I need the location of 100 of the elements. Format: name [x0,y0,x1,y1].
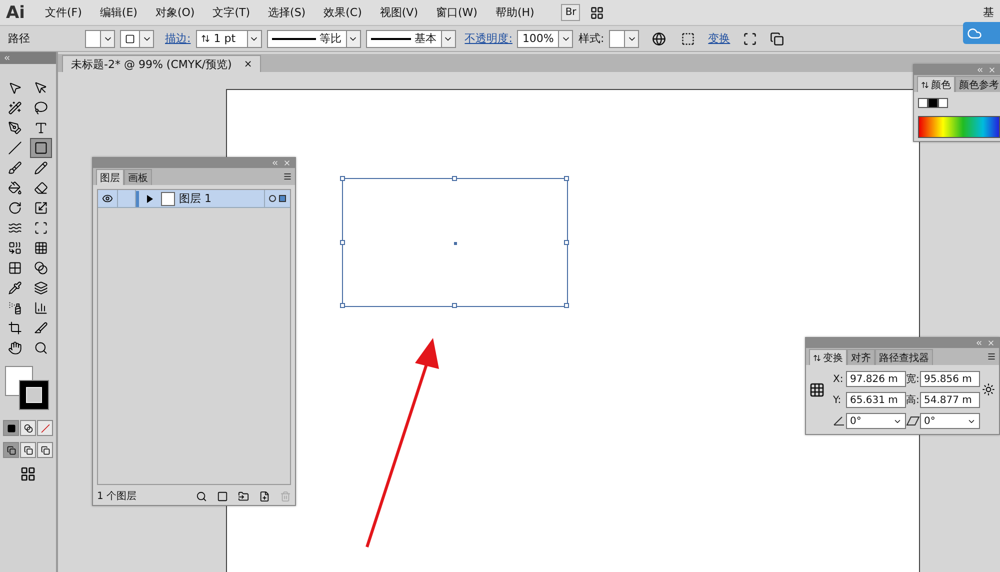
panel-tab[interactable]: 颜色 [917,76,955,92]
square-icon [6,424,16,432]
pencil-icon [34,161,48,175]
tool-button[interactable] [30,138,52,158]
hand-icon [8,341,22,355]
bar-chart-icon [34,301,48,315]
transform-link[interactable]: 变换 [708,31,730,46]
close-icon[interactable] [987,339,995,347]
rotate-dropdown[interactable]: 0° [846,413,906,429]
selection-square-icon[interactable] [279,195,286,202]
resize-handle[interactable] [452,176,457,181]
menu-item[interactable]: 选择(S) [261,5,313,20]
resize-handle[interactable] [564,176,569,181]
combine-icon [8,241,22,255]
profile-dropdown[interactable]: 等比 [266,30,361,48]
resize-handle[interactable] [340,240,345,244]
draw-mode-button[interactable] [3,442,19,458]
color-swatch[interactable] [928,98,938,108]
hollow-pointer-icon [34,81,48,95]
scan-icon[interactable] [743,32,758,46]
sublayer-icon[interactable] [238,490,249,502]
search-icon[interactable] [196,490,207,502]
color-swatch[interactable] [938,98,948,108]
color-mode-button[interactable] [3,420,19,436]
menu-icon[interactable] [283,172,292,181]
field-label: Y: [833,394,842,406]
dashed-square-icon[interactable] [681,32,696,46]
slash-icon [40,424,50,432]
input-field[interactable]: 54.877 m [920,392,980,408]
field-label: X: [833,374,844,384]
opacity-field[interactable]: 100% [517,30,574,48]
menu-icon[interactable] [987,352,996,361]
panel-tab[interactable]: 图层 [96,169,124,185]
layer-row[interactable]: 图层 1 [98,190,290,208]
stroke-link[interactable]: 描边: [165,31,191,46]
reference-point-icon[interactable] [809,382,825,398]
menu-item[interactable]: 文字(T) [206,5,258,20]
cloud-badge[interactable] [963,22,1000,44]
angle-icon [833,416,845,426]
copy-icon[interactable] [770,32,784,46]
pen-icon [8,121,22,135]
stroke-dropdown[interactable] [120,30,154,48]
new-layer-icon[interactable] [259,490,270,502]
none-swatch[interactable] [918,98,928,108]
line-icon [272,38,316,40]
fill-dropdown[interactable] [85,30,115,48]
collapse-icon[interactable] [3,54,11,62]
stroke-weight-field[interactable]: 1 pt [196,30,262,48]
collapse-icon [813,354,821,362]
copy-icon [40,446,50,454]
shear-dropdown[interactable]: 0° [920,413,980,429]
resize-handle[interactable] [340,303,345,308]
panel-tab[interactable]: 变换 [809,349,847,365]
collapse-icon[interactable] [975,339,983,347]
menu-item[interactable]: 编辑(E) [92,5,144,20]
rectangle-icon [34,141,48,155]
gradient-mode-button[interactable] [20,420,36,436]
target-icon[interactable] [269,195,276,202]
close-button[interactable]: × [244,58,252,70]
menu-item[interactable]: 文件(F) [38,5,89,20]
layer-count: 1 个图层 [97,490,138,503]
resize-handle[interactable] [564,240,569,244]
menu-item[interactable]: 对象(O) [148,5,202,20]
input-field[interactable]: 95.856 m [920,371,980,387]
brush-dropdown[interactable]: 基本 [366,30,456,48]
panel-tab[interactable]: 颜色参考 [955,76,1000,92]
opacity-link[interactable]: 不透明度: [464,31,512,46]
document-tab[interactable]: 未标题-2* @ 99% (CMYK/预览) × [62,55,262,72]
spinner-icon[interactable] [200,34,210,43]
bridge-button[interactable]: Br [561,4,580,21]
style-dropdown[interactable] [609,30,640,48]
scan-icon [34,221,48,235]
close-icon[interactable] [283,159,291,167]
menu-item[interactable]: 窗口(W) [428,5,484,20]
workspace-label[interactable]: 基 [983,5,994,20]
layer-name[interactable]: 图层 1 [179,191,264,206]
input-field[interactable]: 97.826 m [846,371,906,387]
lasso-icon [34,101,48,115]
panel-tab[interactable]: 对齐 [847,349,875,365]
app-logo: Ai [6,2,26,22]
color-spectrum[interactable] [918,116,1000,138]
input-field[interactable]: 65.631 m [846,392,906,408]
menu-item[interactable]: 效果(C) [316,5,369,20]
resize-handle[interactable] [340,176,345,181]
panel-tab[interactable]: 路径查找器 [875,349,933,365]
selected-rectangle[interactable] [342,178,568,307]
collapse-icon[interactable] [271,159,279,167]
collapse-icon[interactable] [976,66,984,74]
draw-mode-button[interactable] [37,442,53,458]
field-label: 宽: [906,372,920,386]
globe-icon[interactable] [652,32,666,46]
eye-icon[interactable] [102,193,113,204]
resize-handle[interactable] [564,303,569,308]
close-icon[interactable] [988,66,996,74]
draw-mode-button[interactable] [20,442,36,458]
menu-item[interactable]: 帮助(H) [488,5,542,20]
menu-item[interactable]: 视图(V) [372,5,425,20]
panel-tab[interactable]: 画板 [124,169,152,185]
resize-handle[interactable] [452,303,457,308]
line-icon [8,141,22,155]
